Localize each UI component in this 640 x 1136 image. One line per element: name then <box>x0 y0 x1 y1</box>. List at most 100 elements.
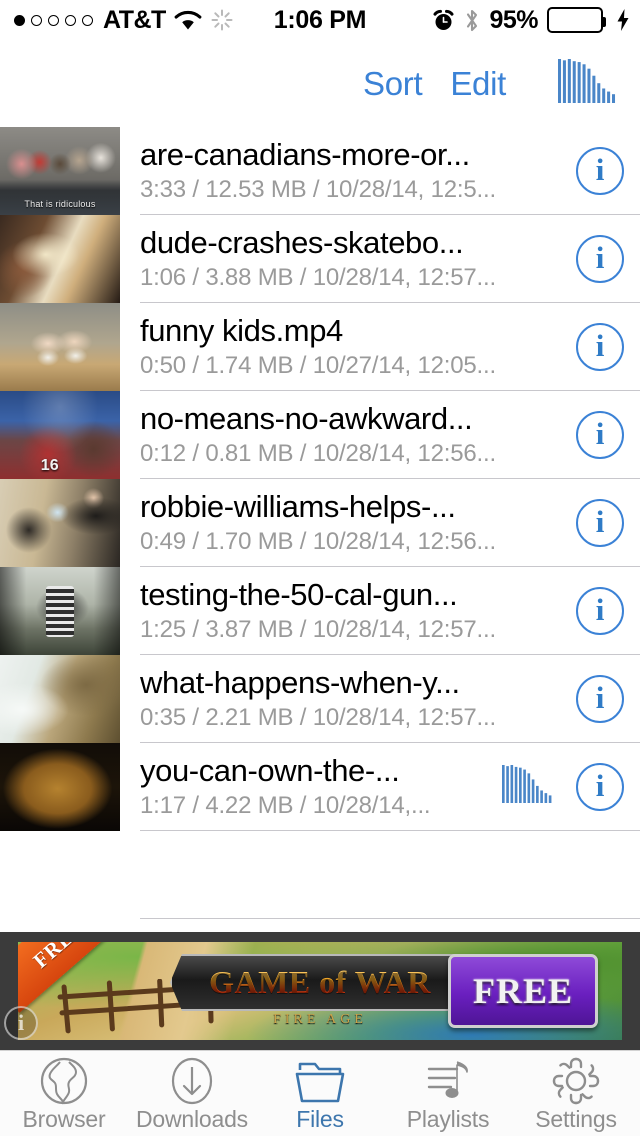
file-row[interactable]: That is ridiculous are-canadians-more-or.… <box>0 127 640 215</box>
info-button[interactable]: i <box>576 762 624 811</box>
info-glyph: i <box>595 240 605 275</box>
file-row-body: no-means-no-awkward... 0:12 / 0.81 MB / 1… <box>140 391 640 479</box>
status-bar-left: AT&T <box>0 6 234 35</box>
info-glyph: i <box>595 768 605 803</box>
tab-browser[interactable]: Browser <box>0 1051 128 1136</box>
video-thumbnail <box>0 743 120 831</box>
file-texts: dude-crashes-skatebo... 1:06 / 3.88 MB / … <box>140 226 576 291</box>
signal-dot-5 <box>82 14 93 26</box>
tab-label: Browser <box>22 1106 106 1132</box>
info-glyph: i <box>595 416 605 451</box>
info-button[interactable]: i <box>576 410 624 459</box>
tab-playlists[interactable]: Playlists <box>384 1051 512 1136</box>
folder-icon <box>293 1058 347 1104</box>
info-glyph: i <box>595 328 605 363</box>
file-name: testing-the-50-cal-gun... <box>140 577 458 612</box>
file-name: what-happens-when-y... <box>140 665 460 700</box>
signal-dot-2 <box>31 14 42 26</box>
file-list[interactable]: That is ridiculous are-canadians-more-or.… <box>0 127 640 919</box>
edit-button[interactable]: Edit <box>436 65 520 103</box>
file-texts: no-means-no-awkward... 0:12 / 0.81 MB / 1… <box>140 402 576 467</box>
ad-logo-plate: GAME of WAR <box>170 954 470 1011</box>
globe-icon <box>38 1057 90 1105</box>
video-thumbnail: That is ridiculous <box>0 127 120 215</box>
file-meta: 0:49 / 1.70 MB / 10/28/14, 12:56... <box>140 528 496 555</box>
file-meta: 0:35 / 2.21 MB / 10/28/14, 12:57... <box>140 704 496 731</box>
info-glyph: i <box>595 504 605 539</box>
file-name: are-canadians-more-or... <box>140 137 470 172</box>
file-row[interactable]: dude-crashes-skatebo... 1:06 / 3.88 MB / … <box>0 215 640 303</box>
carrier-label: AT&T <box>103 5 166 34</box>
file-row[interactable]: testing-the-50-cal-gun... 1:25 / 3.87 MB … <box>0 567 640 655</box>
video-thumbnail <box>0 303 120 391</box>
alarm-clock-icon <box>432 9 455 32</box>
signal-dot-3 <box>48 14 59 26</box>
file-row-body: funny kids.mp4 0:50 / 1.74 MB / 10/27/14,… <box>140 303 640 391</box>
info-button[interactable]: i <box>576 674 624 723</box>
ad-banner[interactable]: FREE GAME of WAR FIRE AGE FREE i <box>0 932 640 1050</box>
file-meta: 3:33 / 12.53 MB / 10/28/14, 12:5... <box>140 176 496 203</box>
info-button[interactable]: i <box>576 586 624 635</box>
battery-percent-label: 95% <box>489 5 538 34</box>
ad-info-icon[interactable]: i <box>4 1006 38 1040</box>
ad-subtitle: FIRE AGE <box>273 1012 367 1027</box>
file-meta: 1:06 / 3.88 MB / 10/28/14, 12:57... <box>140 264 496 291</box>
file-row-body: are-canadians-more-or... 3:33 / 12.53 MB … <box>140 127 640 215</box>
music-note-list-icon <box>421 1058 475 1104</box>
tab-downloads[interactable]: Downloads <box>128 1051 256 1136</box>
video-thumbnail <box>0 215 120 303</box>
file-row[interactable]: you-can-own-the-... 1:17 / 4.22 MB / 10/2… <box>0 743 640 831</box>
file-texts: robbie-williams-helps-... 0:49 / 1.70 MB … <box>140 490 576 555</box>
file-texts: are-canadians-more-or... 3:33 / 12.53 MB … <box>140 138 576 203</box>
activity-spinner-icon <box>210 8 234 32</box>
now-playing-waveform-icon <box>502 765 554 808</box>
file-row-body: dude-crashes-skatebo... 1:06 / 3.88 MB / … <box>140 215 640 303</box>
info-button[interactable]: i <box>576 234 624 283</box>
file-name: no-means-no-awkward... <box>140 401 473 436</box>
status-bar: AT&T 1:06 PM 95% <box>0 0 640 40</box>
file-texts: funny kids.mp4 0:50 / 1.74 MB / 10/27/14,… <box>140 314 576 379</box>
file-row-body: robbie-williams-helps-... 0:49 / 1.70 MB … <box>140 479 640 567</box>
file-row[interactable]: what-happens-when-y... 0:35 / 2.21 MB / 1… <box>0 655 640 743</box>
tab-label: Settings <box>535 1106 617 1132</box>
tab-bar: Browser Downloads Files Playlists Settin… <box>0 1050 640 1136</box>
ad-cta-label: FREE <box>472 971 573 1011</box>
file-meta: 1:25 / 3.87 MB / 10/28/14, 12:57... <box>140 616 496 643</box>
file-name: you-can-own-the-... <box>140 753 400 788</box>
file-meta: 1:17 / 4.22 MB / 10/28/14,... <box>140 792 431 819</box>
file-meta: 0:50 / 1.74 MB / 10/27/14, 12:05... <box>140 352 496 379</box>
file-texts: what-happens-when-y... 0:35 / 2.21 MB / 1… <box>140 666 576 731</box>
info-glyph: i <box>595 152 605 187</box>
file-texts: testing-the-50-cal-gun... 1:25 / 3.87 MB … <box>140 578 576 643</box>
audio-waveform-icon[interactable] <box>558 58 618 109</box>
file-name: robbie-williams-helps-... <box>140 489 456 524</box>
file-row-body: testing-the-50-cal-gun... 1:25 / 3.87 MB … <box>140 567 640 655</box>
file-row[interactable]: 16 no-means-no-awkward... 0:12 / 0.81 MB /… <box>0 391 640 479</box>
file-row[interactable]: robbie-williams-helps-... 0:49 / 1.70 MB … <box>0 479 640 567</box>
tab-settings[interactable]: Settings <box>512 1051 640 1136</box>
navigation-bar: Sort Edit <box>0 40 640 127</box>
status-bar-right: 95% <box>432 6 640 35</box>
video-thumbnail <box>0 567 120 655</box>
tab-files[interactable]: Files <box>256 1051 384 1136</box>
info-button[interactable]: i <box>576 146 624 195</box>
gear-icon <box>550 1057 602 1105</box>
info-button[interactable]: i <box>576 498 624 547</box>
battery-icon <box>547 7 606 33</box>
file-row-body: what-happens-when-y... 0:35 / 2.21 MB / 1… <box>140 655 640 743</box>
sort-button[interactable]: Sort <box>349 65 436 103</box>
wifi-icon <box>173 9 203 31</box>
info-button[interactable]: i <box>576 322 624 371</box>
file-row-body: you-can-own-the-... 1:17 / 4.22 MB / 10/2… <box>140 743 640 831</box>
file-name: funny kids.mp4 <box>140 313 343 348</box>
bluetooth-icon <box>464 8 480 33</box>
file-row[interactable]: funny kids.mp4 0:50 / 1.74 MB / 10/27/14,… <box>0 303 640 391</box>
empty-list-row <box>0 831 640 919</box>
file-name: dude-crashes-skatebo... <box>140 225 464 260</box>
ad-cta-button[interactable]: FREE <box>448 954 598 1028</box>
tab-label: Files <box>296 1106 344 1132</box>
info-glyph: i <box>595 592 605 627</box>
ad-logo: GAME of WAR FIRE AGE <box>170 954 470 1028</box>
signal-dot-4 <box>65 14 76 26</box>
file-texts: you-can-own-the-... 1:17 / 4.22 MB / 10/2… <box>140 754 502 819</box>
